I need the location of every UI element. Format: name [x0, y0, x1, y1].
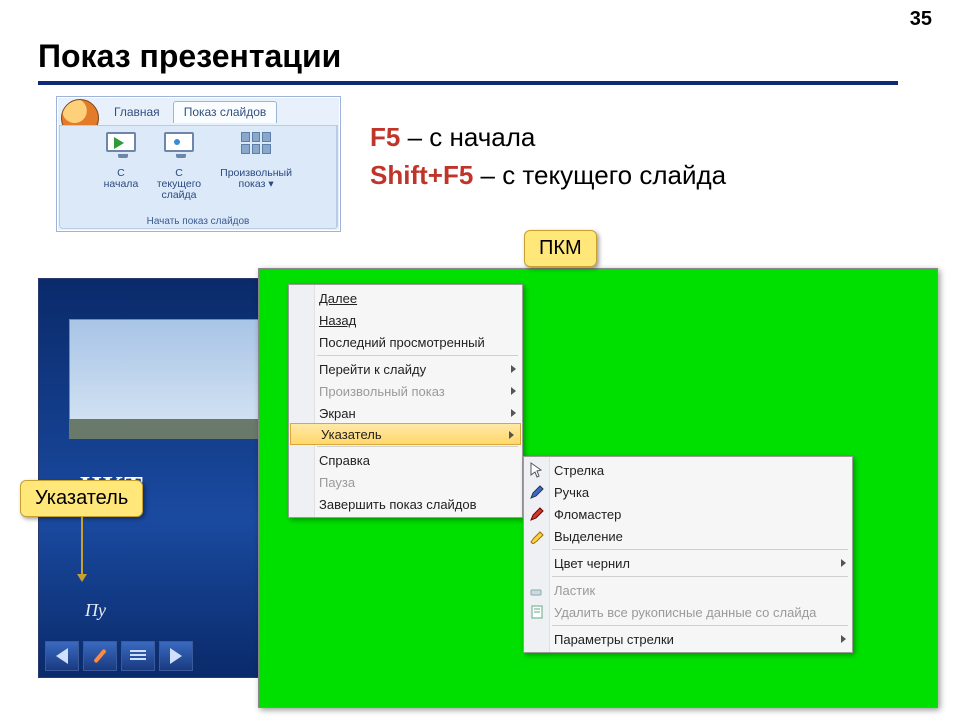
menu-item-end-show[interactable]: Завершить показ слайдов: [289, 493, 522, 515]
context-menu-main: Далее Назад Последний просмотренный Пере…: [288, 284, 523, 518]
menu-item-help[interactable]: Справка: [289, 449, 522, 471]
eraser-icon: [529, 582, 545, 598]
page-number: 35: [910, 8, 932, 31]
submenu-item-erase-all[interactable]: Удалить все рукописные данные со слайда: [524, 601, 852, 623]
submenu-item-highlight[interactable]: Выделение: [524, 525, 852, 547]
ribbon-btn-from-current[interactable]: С текущегослайда: [149, 126, 209, 201]
callout-pkm: ПКМ: [524, 230, 597, 267]
chevron-right-icon: [509, 431, 514, 439]
slideshow-preview: [38, 278, 288, 678]
menu-icon: [130, 650, 146, 662]
page-title: Показ презентации: [38, 38, 898, 85]
submenu-item-eraser[interactable]: Ластик: [524, 579, 852, 601]
chevron-right-icon: [841, 635, 846, 643]
menu-item-pointer[interactable]: Указатель: [290, 423, 521, 445]
toolbar-next-button[interactable]: [159, 641, 193, 671]
submenu-item-pen[interactable]: Ручка: [524, 481, 852, 503]
menu-item-next[interactable]: Далее: [289, 287, 522, 309]
toolbar-pen-button[interactable]: [83, 641, 117, 671]
chevron-right-icon: [841, 559, 846, 567]
context-menu-pointer: Стрелка Ручка Фломастер Выделение Цвет ч…: [523, 456, 853, 653]
chevron-right-icon: [511, 387, 516, 395]
ribbon-btn-custom-show[interactable]: Произвольныйпоказ ▾: [212, 126, 300, 190]
ribbon-tab-home[interactable]: Главная: [103, 101, 171, 123]
ribbon-btn-from-start[interactable]: Сначала: [96, 126, 146, 190]
slide-subtitle-fragment: Пу: [85, 600, 106, 621]
chevron-right-icon: [511, 409, 516, 417]
toolbar-menu-button[interactable]: [121, 641, 155, 671]
ribbon-group-label: Начать показ слайдов: [60, 216, 336, 227]
menu-item-custom-show[interactable]: Произвольный показ: [289, 380, 522, 402]
pencil-icon: [529, 484, 545, 500]
ribbon-tab-slideshow[interactable]: Показ слайдов: [173, 101, 278, 123]
menu-item-last-viewed[interactable]: Последний просмотренный: [289, 331, 522, 353]
submenu-item-arrow-options[interactable]: Параметры стрелки: [524, 628, 852, 650]
menu-item-goto-slide[interactable]: Перейти к слайду: [289, 358, 522, 380]
toolbar-prev-button[interactable]: [45, 641, 79, 671]
feltpen-icon: [529, 506, 545, 522]
menu-item-back[interactable]: Назад: [289, 309, 522, 331]
menu-item-screen[interactable]: Экран: [289, 402, 522, 424]
submenu-item-arrow[interactable]: Стрелка: [524, 459, 852, 481]
pen-icon: [93, 649, 106, 664]
arrow-right-icon: [170, 648, 182, 664]
cursor-icon: [529, 462, 545, 478]
chevron-right-icon: [511, 365, 516, 373]
menu-item-pause[interactable]: Пауза: [289, 471, 522, 493]
marker-icon: [529, 528, 545, 544]
ribbon: Главная Показ слайдов Сначала С текущего…: [56, 96, 341, 232]
document-icon: [529, 604, 545, 620]
slideshow-toolbar: [45, 641, 193, 671]
submenu-item-feltpen[interactable]: Фломастер: [524, 503, 852, 525]
callout-pointer: Указатель: [20, 480, 143, 517]
shortcut-text: F5 – с начала Shift+F5 – с текущего слай…: [370, 118, 726, 194]
arrow-left-icon: [56, 648, 68, 664]
submenu-item-ink-color[interactable]: Цвет чернил: [524, 552, 852, 574]
